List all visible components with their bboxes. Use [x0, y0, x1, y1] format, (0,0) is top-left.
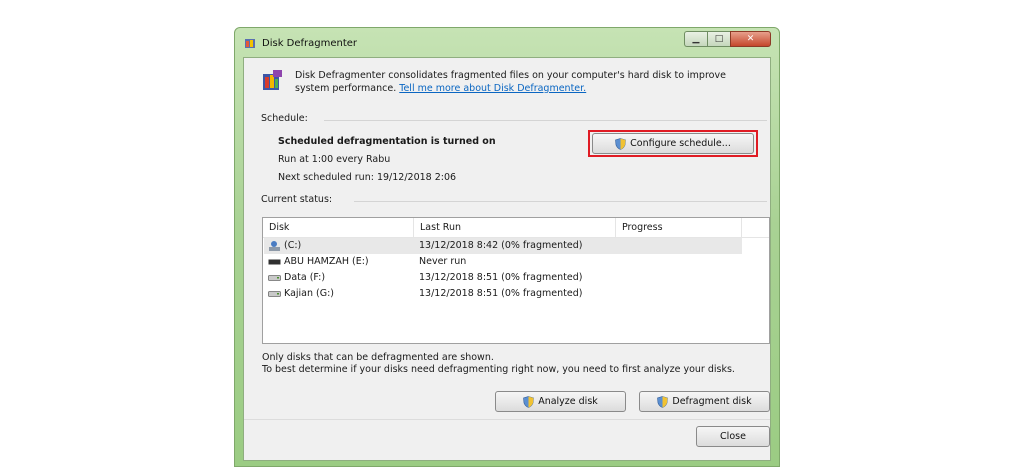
disk-name: Data (F:) [284, 272, 326, 283]
defrag-large-icon [263, 70, 282, 90]
defragment-disk-button[interactable]: Defragment disk [639, 391, 770, 412]
dialog-client: Disk Defragmenter consolidates fragmente… [243, 57, 771, 461]
disk-list-header: Disk Last Run Progress [263, 218, 769, 238]
disk-name: Kajian (G:) [284, 288, 335, 299]
window-frame: Disk Defragmenter ▁ □ ✕ Disk Defragmente… [234, 27, 780, 467]
close-window-button[interactable]: ✕ [730, 31, 771, 47]
column-header-disk[interactable]: Disk [263, 218, 414, 237]
disk-row-g[interactable]: Kajian (G:) 13/12/2018 8:51 (0% fragment… [264, 286, 742, 302]
last-run-cell: 13/12/2018 8:51 (0% fragmented) [419, 288, 583, 299]
defrag-app-icon [245, 39, 255, 48]
close-icon: ✕ [746, 34, 755, 44]
note-line-1: Only disks that can be defragmented are … [262, 352, 494, 363]
disk-name: ABU HAMZAH (E:) [284, 256, 369, 267]
shield-icon [615, 137, 626, 150]
status-separator [354, 201, 767, 202]
disk-name-cell: Kajian (G:) [268, 286, 334, 302]
schedule-run-at: Run at 1:00 every Rabu [278, 154, 391, 165]
close-button[interactable]: Close [696, 426, 770, 447]
disk-row-c[interactable]: (C:) 13/12/2018 8:42 (0% fragmented) [264, 238, 742, 254]
disk-row-e[interactable]: ABU HAMZAH (E:) Never run [264, 254, 742, 270]
shield-icon [657, 395, 669, 408]
analyze-disk-label: Analyze disk [538, 396, 598, 407]
maximize-icon: □ [714, 34, 724, 44]
current-status-label: Current status: [261, 194, 333, 205]
maximize-button[interactable]: □ [707, 31, 730, 47]
schedule-status: Scheduled defragmentation is turned on [278, 136, 496, 147]
hard-drive-icon [268, 275, 281, 281]
minimize-icon: ▁ [692, 34, 700, 44]
window-title: Disk Defragmenter [262, 38, 358, 49]
shield-icon [523, 395, 535, 408]
last-run-cell: 13/12/2018 8:51 (0% fragmented) [419, 272, 583, 283]
analyze-disk-button[interactable]: Analyze disk [495, 391, 626, 412]
caption-buttons: ▁ □ ✕ [684, 31, 771, 48]
last-run-cell: 13/12/2018 8:42 (0% fragmented) [419, 240, 583, 251]
footer-separator [244, 419, 770, 420]
disk-name-cell: (C:) [268, 238, 301, 254]
disk-name-cell: ABU HAMZAH (E:) [268, 254, 369, 270]
intro-text: Disk Defragmenter consolidates fragmente… [295, 69, 745, 95]
learn-more-link[interactable]: Tell me more about Disk Defragmenter. [399, 83, 586, 94]
disk-list[interactable]: Disk Last Run Progress (C:) 13/12/2018 8… [262, 217, 770, 344]
disk-row-f[interactable]: Data (F:) 13/12/2018 8:51 (0% fragmented… [264, 270, 742, 286]
removable-drive-icon [268, 259, 281, 265]
configure-schedule-label: Configure schedule... [630, 138, 731, 149]
column-header-progress[interactable]: Progress [616, 218, 742, 237]
disk-name: (C:) [284, 240, 302, 251]
last-run-cell: Never run [419, 256, 467, 267]
schedule-label: Schedule: [261, 113, 308, 124]
close-button-label: Close [720, 431, 746, 442]
hard-drive-icon [268, 291, 281, 297]
system-drive-icon [269, 240, 280, 251]
title-bar[interactable]: Disk Defragmenter ▁ □ ✕ [235, 28, 779, 56]
column-header-last-run[interactable]: Last Run [414, 218, 616, 237]
schedule-next-run: Next scheduled run: 19/12/2018 2:06 [278, 172, 457, 183]
note-line-2: To best determine if your disks need def… [262, 364, 735, 375]
disk-name-cell: Data (F:) [268, 270, 325, 286]
minimize-button[interactable]: ▁ [684, 31, 707, 47]
configure-schedule-button[interactable]: Configure schedule... [592, 133, 754, 154]
defragment-disk-label: Defragment disk [672, 396, 752, 407]
schedule-separator [324, 120, 767, 121]
